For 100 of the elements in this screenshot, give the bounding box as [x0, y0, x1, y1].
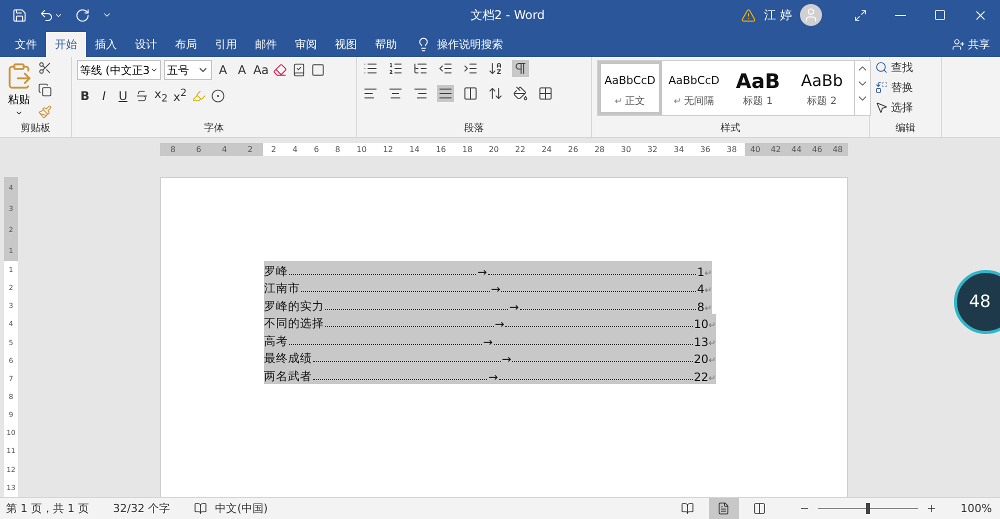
eraser-icon	[273, 63, 287, 77]
font-style-button[interactable]: I	[96, 86, 112, 106]
ruler-number: 14	[409, 144, 420, 154]
ribbon-tab[interactable]: 引用	[206, 32, 246, 57]
toc-page: 8	[697, 300, 704, 314]
page-count[interactable]: 第 1 页，共 1 页	[6, 501, 89, 516]
undo-button[interactable]	[39, 8, 63, 22]
ribbon-tab[interactable]: 邮件	[246, 32, 286, 57]
share-button[interactable]: 共享	[952, 32, 1000, 57]
ribbon-tab[interactable]: 开始	[46, 32, 86, 57]
toc-page: 22	[694, 370, 708, 384]
style-preview: AaBbCcD	[604, 73, 656, 89]
shading-button[interactable]	[512, 85, 529, 102]
strikethrough-button[interactable]	[134, 88, 150, 104]
style-name: 标题 1	[743, 94, 773, 108]
ruler-number: 42	[770, 144, 781, 154]
ribbon-tab[interactable]: 布局	[166, 32, 206, 57]
paint-bucket-icon	[513, 86, 528, 101]
ribbon-tab[interactable]: 文件	[6, 32, 46, 57]
ruler-number: 48	[832, 144, 843, 154]
clear-formatting-button[interactable]	[272, 62, 288, 78]
font-format-button[interactable]: A	[215, 60, 231, 80]
save-button[interactable]	[12, 8, 27, 22]
ribbon-tab[interactable]: 审阅	[286, 32, 326, 57]
ruler-number: 34	[674, 144, 684, 154]
font-style-button[interactable]: x$_{2}$	[153, 86, 169, 106]
ruler-number: 40	[750, 144, 760, 154]
ribbon-tab[interactable]: 帮助	[366, 32, 406, 57]
font-format-button[interactable]: A	[234, 60, 250, 80]
ruler-number: 4	[292, 144, 298, 154]
font-format-button[interactable]: Aa	[253, 60, 269, 80]
redo-icon	[75, 8, 90, 22]
distributed-button[interactable]	[462, 85, 479, 102]
font-style-button[interactable]: U	[115, 86, 131, 106]
cut-button[interactable]	[37, 60, 53, 76]
style-item[interactable]: AaBbCcD ↵ 正文	[598, 61, 662, 115]
sort-button[interactable]	[487, 60, 504, 77]
toc-page: 4	[697, 282, 704, 296]
character-border-button[interactable]	[310, 62, 326, 78]
ruler-number: 8	[170, 144, 176, 154]
font-style-button[interactable]: B	[77, 86, 93, 106]
font-name-select[interactable]: 等线 (中文正3	[77, 60, 161, 80]
ruler-number: 10	[356, 144, 367, 154]
style-preview: AaB	[736, 68, 780, 94]
ruler-number: 6	[314, 144, 319, 154]
tell-me-search[interactable]: 操作说明搜索	[437, 37, 503, 52]
search-icon	[875, 61, 888, 74]
enclose-button[interactable]	[210, 88, 226, 104]
justify-icon	[438, 86, 453, 101]
copy-button[interactable]	[37, 82, 53, 98]
ruler-number: 12	[382, 144, 394, 154]
font-style-button[interactable]: x$^{2}$	[172, 86, 188, 106]
share-icon	[952, 38, 965, 51]
font-size-select[interactable]: 五号	[164, 60, 212, 80]
view-button[interactable]	[708, 498, 739, 519]
zoom-percent[interactable]: 100%	[960, 502, 992, 515]
warning-icon	[741, 8, 756, 22]
copy-icon	[38, 83, 52, 97]
select-button[interactable]: 选择	[875, 100, 913, 115]
decrease-indent-icon	[438, 61, 453, 76]
replace-button[interactable]: 替换	[875, 80, 913, 95]
ruler-number: 22	[515, 144, 526, 154]
minimize-icon	[894, 14, 906, 16]
zoom-in-icon	[926, 503, 937, 514]
multilevel-list-icon	[413, 61, 428, 76]
show-marks-button[interactable]	[512, 60, 529, 77]
pilcrow-icon	[513, 61, 528, 76]
paste-button[interactable]: 粘贴	[5, 60, 33, 122]
paragraph-mark: ↵	[708, 374, 716, 384]
view-icon	[717, 502, 730, 515]
style-item[interactable]: AaBbCcD ↵ 无间隔	[662, 61, 726, 115]
numbering-button[interactable]	[387, 60, 404, 77]
line-spacing-button[interactable]	[487, 85, 504, 102]
borders-button[interactable]	[537, 85, 554, 102]
avatar[interactable]	[800, 4, 822, 26]
zoom-thumb[interactable]	[866, 503, 870, 514]
phonetic-guide-button[interactable]	[291, 62, 307, 78]
paragraph-mark: ↵	[708, 338, 716, 348]
justify-button[interactable]	[437, 85, 454, 102]
numbered-list-icon	[388, 61, 403, 76]
ribbon-tab[interactable]: 视图	[326, 32, 366, 57]
circle-icon	[211, 89, 225, 103]
style-preview: AaBb	[801, 70, 843, 92]
tab-arrow: →	[490, 282, 500, 296]
tab-arrow: →	[488, 370, 498, 384]
toc-page: 10	[694, 317, 708, 331]
style-name: 标题 2	[807, 94, 837, 108]
ruler-number: 38	[726, 144, 737, 154]
style-item[interactable]: AaBb 标题 2	[790, 61, 854, 115]
language[interactable]: 中文(中国)	[215, 501, 268, 516]
word-count[interactable]: 32/32 个字	[112, 501, 170, 516]
ribbon-tab[interactable]: 设计	[126, 32, 166, 57]
ribbon-tab[interactable]: 插入	[86, 32, 126, 57]
find-button[interactable]: 查找	[875, 60, 913, 75]
window-title: 文档2 - Word	[469, 6, 546, 24]
tab-arrow: →	[509, 300, 519, 314]
ruler-number: 18	[462, 144, 472, 154]
tab-arrow: →	[477, 264, 487, 278]
redo-button[interactable]	[75, 8, 90, 22]
style-item[interactable]: AaB 标题 1	[726, 61, 790, 115]
